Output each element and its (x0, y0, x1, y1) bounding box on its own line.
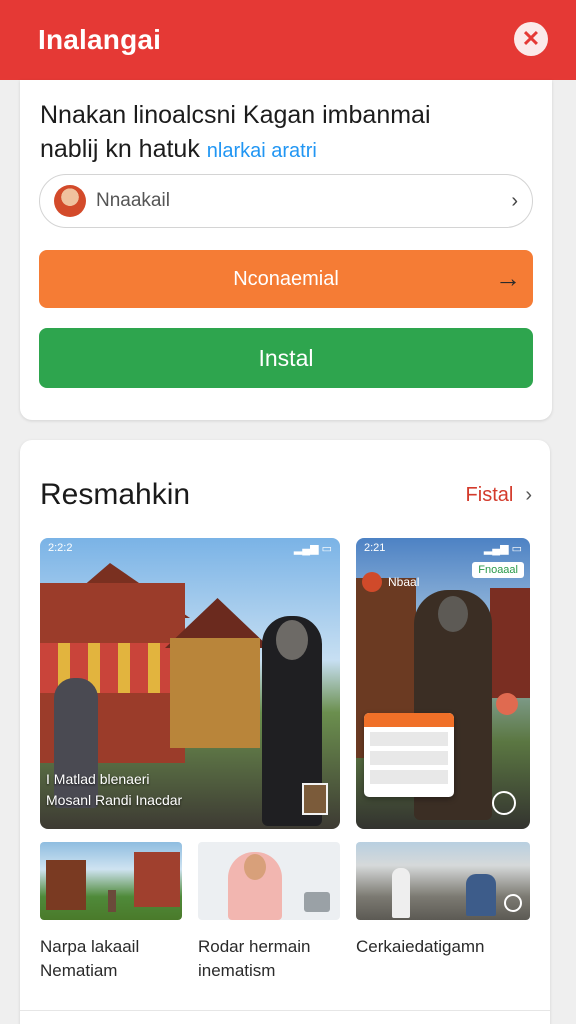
thumbnail-badge (302, 783, 328, 815)
house-illustration (170, 638, 260, 748)
headline-line-1: Nnakan linoalcsni Kagan imbanmai (40, 101, 431, 129)
chevron-right-icon: › (511, 189, 518, 212)
popup-card (364, 713, 454, 797)
account-selector[interactable]: Nnaakail › (39, 174, 533, 228)
check-circle-icon (492, 791, 516, 815)
arrow-right-icon: → (495, 263, 521, 293)
screenshots-card: Resmahkin Fistal › 2:2:2 ▂▄▆ ▭ I Matlad b… (20, 440, 550, 1024)
install-label: Instal (258, 344, 314, 371)
thumbnail-caption: Rodar hermain inematism (198, 937, 311, 980)
status-bar: 2:2:2 ▂▄▆ ▭ (40, 538, 340, 558)
caption-line-1: I Matlad blenaeri (46, 771, 150, 787)
primary-action-button[interactable]: Nconaemial → (39, 250, 533, 308)
selector-label: Nnaakail (96, 190, 170, 211)
thumbnail-caption: Cerkaiedatigamn (356, 937, 485, 956)
signal-battery-icon: ▂▄▆ ▭ (293, 542, 332, 555)
headline: Nnakan linoalcsni Kagan imbanmai nablij … (40, 98, 540, 168)
section-title: Resmahkin (40, 478, 191, 511)
side-app-name: Nbaal (388, 575, 420, 589)
avatar (54, 185, 86, 217)
install-button[interactable]: Instal (39, 328, 533, 388)
thumbnail-2[interactable] (198, 842, 340, 920)
close-button[interactable]: ✕ (514, 22, 548, 56)
thumbnail-caption: Narpa lakaail Nematiam (40, 937, 140, 980)
see-all-link[interactable]: Fistal › (466, 484, 532, 507)
side-tag: Fnoaaal (472, 562, 524, 578)
headline-link[interactable]: nlarkai aratri (207, 140, 317, 162)
top-bar: Inalangai ✕ (0, 0, 576, 80)
check-circle-icon (504, 894, 522, 912)
status-bar: 2:21 ▂▄▆ ▭ (356, 538, 530, 558)
app-title: Inalangai (38, 24, 162, 55)
laptop-icon (304, 892, 330, 912)
thumbnail-1[interactable] (40, 842, 182, 920)
thumbnail-3[interactable] (356, 842, 530, 920)
close-icon: ✕ (521, 26, 541, 51)
signal-battery-icon: ▂▄▆ ▭ (483, 542, 522, 555)
side-app-header: Nbaal (362, 572, 419, 592)
app-logo-icon (362, 572, 382, 592)
divider (20, 1010, 550, 1011)
screenshot-caption: I Matlad blenaeri Mosanl Randi Inacdar (46, 769, 182, 811)
install-card: Nnakan linoalcsni Kagan imbanmai nablij … (20, 80, 552, 420)
record-icon (496, 693, 518, 715)
screenshot-main[interactable]: 2:2:2 ▂▄▆ ▭ I Matlad blenaeri Mosanl Ran… (40, 538, 340, 829)
chevron-right-icon: › (525, 484, 532, 506)
primary-action-label: Nconaemial (233, 267, 339, 290)
house-illustration (490, 588, 530, 698)
see-all-label: Fistal (465, 484, 514, 506)
status-time: 2:2:2 (48, 542, 73, 554)
status-time: 2:21 (364, 542, 386, 554)
headline-line-2: nablij kn hatuk (40, 135, 200, 163)
caption-line-2: Mosanl Randi Inacdar (46, 792, 183, 808)
screenshot-side[interactable]: 2:21 ▂▄▆ ▭ Nbaal Fnoaaal (356, 538, 530, 829)
